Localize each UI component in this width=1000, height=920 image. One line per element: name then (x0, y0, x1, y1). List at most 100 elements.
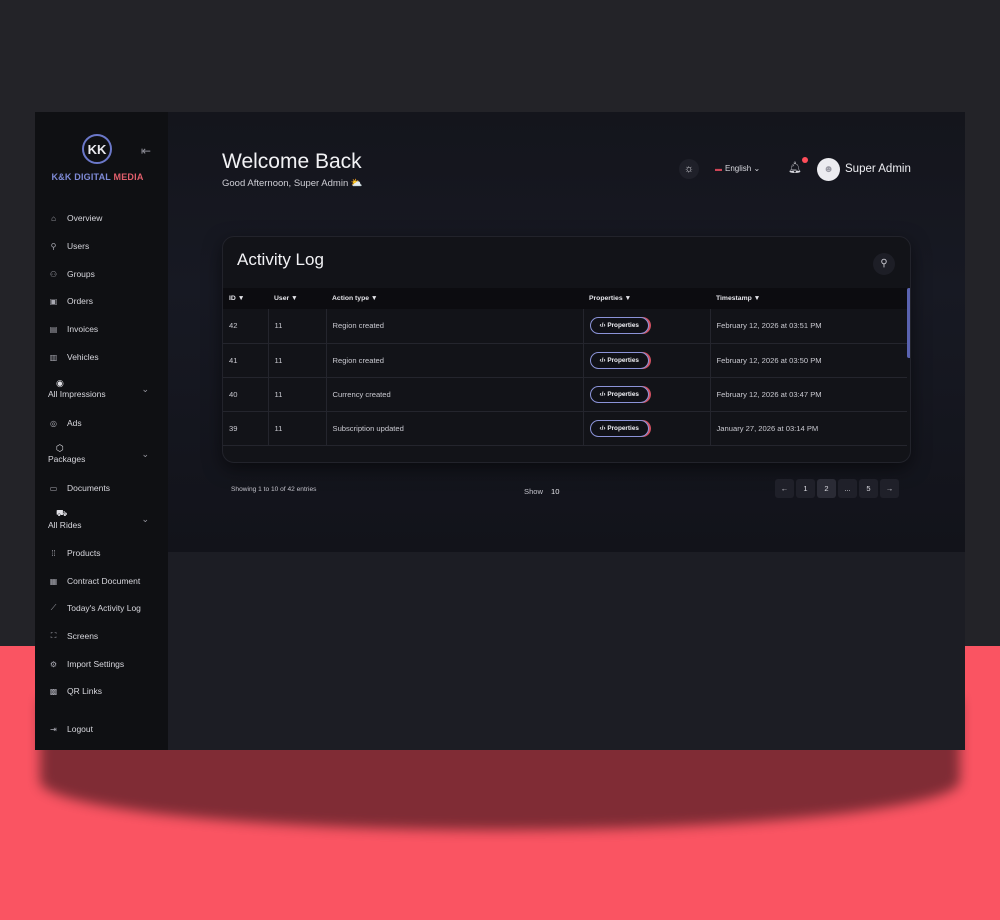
column-header-label: Properties (589, 295, 623, 302)
car-icon: ⛟ (56, 508, 68, 518)
document-icon: ▭ (49, 483, 58, 493)
properties-button[interactable]: ‹/› Properties (589, 385, 649, 403)
sidebar-item-vehicles[interactable]: ▥ Vehicles (48, 349, 99, 365)
cell-id: 40 (223, 377, 269, 412)
search-icon[interactable]: ⚲ (873, 253, 895, 275)
brand-name-part1: K&K DIGITAL (51, 172, 114, 182)
pagination-page-2[interactable]: 2 (817, 479, 836, 498)
sidebar-item-orders[interactable]: ▣ Orders (48, 293, 93, 309)
sidebar-item-products[interactable]: ⁞⁞ Products (48, 545, 101, 561)
sidebar-item-screens[interactable]: ⛶ Screens (48, 628, 99, 644)
pagination-prev-button[interactable]: ← (775, 479, 794, 498)
target-icon: ◎ (50, 418, 57, 428)
cell-id: 41 (223, 343, 269, 378)
sidebar-item-invoices[interactable]: ▤ Invoices (48, 321, 98, 337)
logout-icon: ⇥ (50, 724, 57, 734)
sidebar-item-contract-document[interactable]: ▦ Contract Document (48, 573, 141, 589)
cell-properties: ‹/› Properties (583, 309, 711, 344)
sidebar-item-todays-activity-log[interactable]: ⟋ Today's Activity Log (48, 600, 141, 616)
sidebar-item-label: Logout (67, 724, 93, 734)
collapse-sidebar-icon[interactable]: ⇤ (141, 144, 151, 158)
pagination-page-5[interactable]: 5 (859, 479, 878, 498)
brand-logo[interactable]: KK (82, 134, 112, 164)
column-header-user[interactable]: User ▼ (268, 288, 326, 309)
entries-info: Showing 1 to 10 of 42 entries (231, 486, 317, 493)
main-content-lower (168, 552, 965, 750)
sidebar-item-label: Contract Document (67, 576, 141, 586)
sidebar-item-groups[interactable]: ⚇ Groups (48, 266, 95, 282)
properties-button-label: Properties (607, 356, 639, 364)
sidebar-item-label: All Rides (48, 520, 82, 530)
page-size-value: 10 (551, 487, 560, 496)
properties-button[interactable]: ‹/› Properties (589, 419, 649, 437)
theme-toggle-sun-icon[interactable]: ☼ (679, 159, 699, 179)
table-scrollbar[interactable] (907, 288, 910, 358)
cell-action: Currency created (326, 377, 584, 412)
sidebar-item-qr-links[interactable]: ▩ QR Links (48, 683, 102, 699)
brand-name-part2: MEDIA (113, 172, 144, 182)
column-header-action-type[interactable]: Action type ▼ (326, 288, 583, 309)
activity-log-card: Activity Log ⚲ ID ▼ User ▼ Action type ▼… (222, 236, 911, 463)
notification-badge (802, 157, 808, 163)
column-header-label: ID (229, 295, 236, 302)
box-icon: ⬡ (56, 443, 64, 453)
grid-icon: ⁞⁞ (51, 548, 56, 558)
notification-bell-icon[interactable]: 🔔︎ (788, 161, 802, 174)
cell-properties: ‹/› Properties (583, 411, 711, 446)
sidebar-item-label: All Impressions (48, 389, 106, 399)
pagination-ellipsis: ... (838, 479, 857, 498)
invoice-icon: ▤ (49, 324, 58, 334)
sidebar-item-label: Documents (67, 483, 110, 493)
sidebar-item-label: Orders (67, 296, 93, 306)
app-window: KK K&K DIGITAL MEDIA ⇤ ⌂ Overview ⚲ User… (35, 112, 965, 750)
users-icon: ⚇ (49, 269, 58, 279)
chevron-down-icon: ⌄ (141, 449, 149, 459)
sidebar-item-ads[interactable]: ◎ Ads (48, 415, 82, 431)
cell-user: 11 (268, 377, 327, 412)
column-header-label: Action type (332, 295, 370, 302)
sidebar-item-logout[interactable]: ⇥ Logout (48, 721, 93, 737)
home-icon: ⌂ (51, 213, 56, 223)
language-selector[interactable]: ▬ English ⌄ (715, 164, 760, 173)
sidebar: KK K&K DIGITAL MEDIA ⇤ ⌂ Overview ⚲ User… (35, 112, 168, 750)
sidebar-item-label: Today's Activity Log (67, 603, 141, 613)
pagination-next-button[interactable]: → (880, 479, 899, 498)
column-header-id[interactable]: ID ▼ (223, 288, 268, 309)
activity-log-table: ID ▼ User ▼ Action type ▼ Properties ▼ T… (223, 288, 907, 446)
chevron-down-icon: ⌄ (141, 384, 149, 394)
page-title: Welcome Back (222, 150, 362, 173)
sidebar-item-users[interactable]: ⚲ Users (48, 238, 90, 254)
chevron-down-icon: ⌄ (141, 514, 149, 524)
cell-user: 11 (268, 309, 327, 344)
chevron-down-icon: ⌄ (753, 164, 761, 173)
gear-icon: ⚙ (49, 659, 58, 669)
properties-button[interactable]: ‹/› Properties (589, 351, 649, 369)
properties-button[interactable]: ‹/› Properties (589, 317, 649, 335)
column-header-properties[interactable]: Properties ▼ (583, 288, 710, 309)
sidebar-item-label: Vehicles (67, 352, 99, 362)
page-size-selector[interactable]: Show 10 (524, 487, 559, 496)
sidebar-item-documents[interactable]: ▭ Documents (48, 480, 110, 496)
sidebar-item-label: Screens (67, 631, 99, 641)
column-header-label: User (274, 295, 290, 302)
clipboard-icon: ▦ (49, 576, 58, 586)
column-header-label: Timestamp (716, 295, 752, 302)
sidebar-item-label: Products (67, 548, 101, 558)
cell-user: 11 (268, 411, 327, 446)
column-header-timestamp[interactable]: Timestamp ▼ (710, 288, 907, 309)
user-name[interactable]: Super Admin (845, 163, 911, 175)
sidebar-group-packages[interactable]: ⬡ Packages ⌄ (48, 443, 149, 464)
cell-timestamp: January 27, 2026 at 03:14 PM (710, 411, 907, 446)
sidebar-group-all-rides[interactable]: ⛟ All Rides ⌄ (48, 508, 149, 530)
sidebar-item-overview[interactable]: ⌂ Overview (48, 210, 102, 226)
pagination-page-1[interactable]: 1 (796, 479, 815, 498)
chart-icon: ⟋ (50, 603, 57, 612)
truck-icon: ▥ (49, 352, 58, 362)
table-header-row: ID ▼ User ▼ Action type ▼ Properties ▼ T… (223, 288, 907, 309)
sidebar-group-all-impressions[interactable]: ◉ All Impressions ⌄ (48, 378, 149, 399)
user-icon: ⚲ (50, 241, 57, 251)
properties-button-label: Properties (607, 390, 639, 398)
sidebar-item-label: Import Settings (67, 659, 125, 669)
avatar[interactable]: ☻ (817, 158, 840, 181)
sidebar-item-import-settings[interactable]: ⚙ Import Settings (48, 656, 124, 672)
